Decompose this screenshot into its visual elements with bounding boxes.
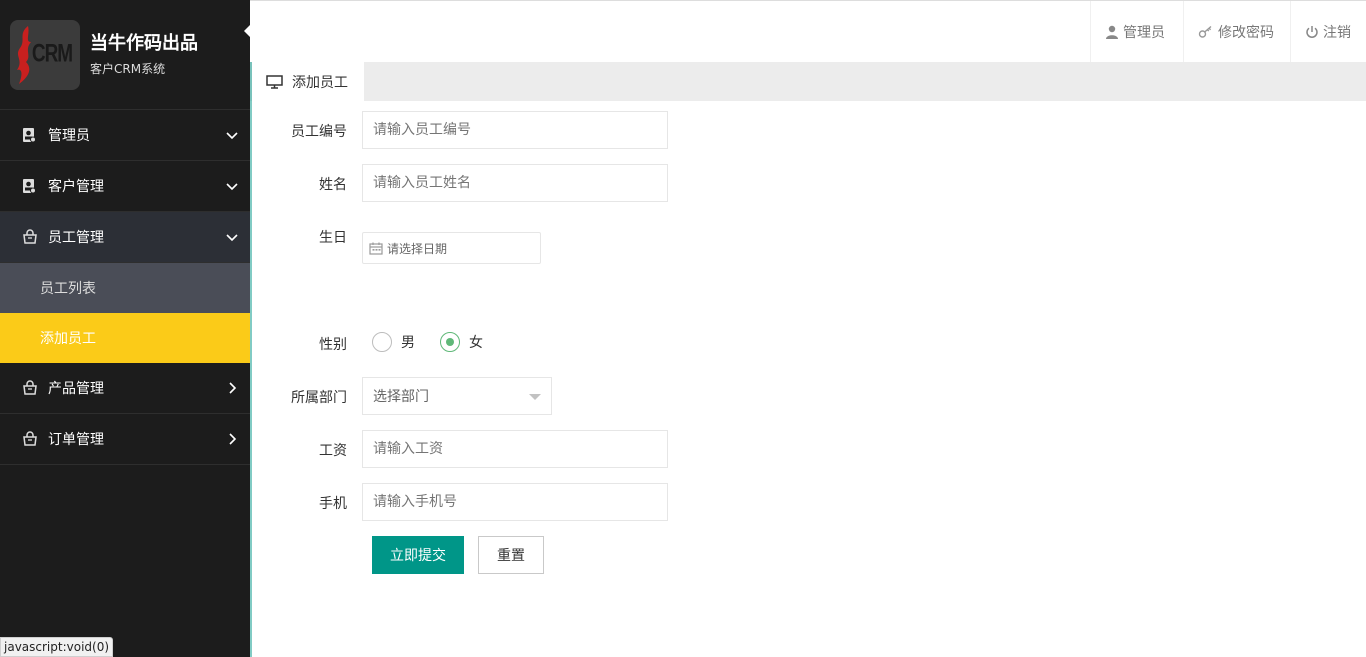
brand-title: 当牛作码出品 bbox=[90, 33, 198, 54]
phone-label: 手机 bbox=[319, 496, 347, 512]
sidebar-item-label: 产品管理 bbox=[48, 381, 104, 397]
birthday-row: 生日 bbox=[280, 227, 347, 247]
radio-circle-selected bbox=[440, 332, 460, 352]
sidebar-item-label: 管理员 bbox=[48, 128, 90, 144]
salary-label: 工资 bbox=[319, 443, 347, 459]
salary-row: 工资 bbox=[280, 440, 347, 460]
admin-link[interactable]: 管理员 bbox=[1090, 1, 1183, 63]
department-row: 所属部门 bbox=[280, 387, 347, 407]
birthday-date-picker[interactable]: 请选择日期 bbox=[362, 232, 541, 264]
department-label: 所属部门 bbox=[291, 390, 347, 406]
power-icon bbox=[1306, 26, 1318, 38]
monitor-icon bbox=[266, 74, 283, 89]
brand-subtitle: 客户CRM系统 bbox=[90, 62, 166, 76]
gender-label: 性别 bbox=[319, 337, 347, 353]
sidebar-subitem-employee-list[interactable]: 员工列表 bbox=[0, 263, 250, 313]
user-card-icon bbox=[22, 178, 38, 194]
user-icon bbox=[1106, 25, 1118, 39]
change-password-link[interactable]: 修改密码 bbox=[1183, 1, 1290, 63]
chevron-down-icon bbox=[226, 132, 238, 140]
calendar-icon bbox=[369, 242, 383, 255]
browser-status-bar: javascript:void(0) bbox=[0, 637, 114, 657]
employee-id-input[interactable] bbox=[362, 111, 668, 149]
submit-button[interactable]: 立即提交 bbox=[372, 536, 464, 574]
change-password-label: 修改密码 bbox=[1218, 25, 1274, 41]
radio-label: 女 bbox=[469, 335, 483, 351]
gender-row: 性别 bbox=[280, 334, 347, 354]
tab-label: 添加员工 bbox=[292, 74, 348, 91]
sidebar: CRM 当牛作码出品 客户CRM系统 管理员 客户管理 员工管理 员工列表 添加… bbox=[0, 0, 250, 657]
department-select[interactable]: 选择部门 bbox=[362, 377, 552, 415]
basket-icon bbox=[22, 229, 38, 245]
chevron-right-icon bbox=[229, 382, 237, 394]
employee-id-label: 员工编号 bbox=[291, 124, 347, 140]
radio-circle bbox=[372, 332, 392, 352]
chevron-right-icon bbox=[229, 433, 237, 445]
brand: CRM 当牛作码出品 客户CRM系统 bbox=[0, 0, 250, 110]
department-placeholder: 选择部门 bbox=[373, 389, 429, 405]
key-icon bbox=[1198, 25, 1212, 38]
logout-link[interactable]: 注销 bbox=[1290, 1, 1366, 63]
sidebar-item-products[interactable]: 产品管理 bbox=[0, 363, 250, 414]
user-card-icon bbox=[22, 127, 38, 143]
logout-label: 注销 bbox=[1323, 25, 1351, 41]
admin-link-label: 管理员 bbox=[1123, 25, 1165, 41]
brand-text: 当牛作码出品 客户CRM系统 bbox=[90, 32, 198, 77]
tab-add-employee[interactable]: 添加员工 bbox=[252, 62, 364, 101]
employee-id-row: 员工编号 bbox=[280, 121, 347, 141]
sidebar-item-label: 员工管理 bbox=[48, 230, 104, 246]
logo: CRM bbox=[10, 19, 80, 90]
sidebar-item-customers[interactable]: 客户管理 bbox=[0, 161, 250, 212]
sidebar-item-orders[interactable]: 订单管理 bbox=[0, 414, 250, 465]
logo-text: CRM bbox=[31, 40, 73, 68]
basket-icon bbox=[22, 431, 38, 447]
tab-bar: 添加员工 bbox=[250, 62, 1366, 101]
top-header: 管理员 修改密码 注销 bbox=[250, 0, 1366, 63]
caret-down-icon bbox=[529, 394, 541, 400]
sidebar-item-admin[interactable]: 管理员 bbox=[0, 110, 250, 161]
name-row: 姓名 bbox=[280, 174, 347, 194]
birthday-placeholder: 请选择日期 bbox=[387, 241, 448, 256]
reset-button[interactable]: 重置 bbox=[478, 536, 544, 574]
sidebar-subitem-add-employee[interactable]: 添加员工 bbox=[0, 313, 250, 363]
radio-label: 男 bbox=[401, 335, 415, 351]
chevron-down-icon bbox=[226, 183, 238, 191]
sidebar-item-label: 客户管理 bbox=[48, 179, 104, 195]
name-label: 姓名 bbox=[319, 177, 347, 193]
phone-row: 手机 bbox=[280, 493, 347, 513]
chevron-down-icon bbox=[226, 234, 238, 242]
salary-input[interactable] bbox=[362, 430, 668, 468]
name-input[interactable] bbox=[362, 164, 668, 202]
birthday-label: 生日 bbox=[319, 230, 347, 246]
sidebar-subitem-label: 员工列表 bbox=[40, 281, 96, 297]
content-border bbox=[250, 62, 252, 657]
sidebar-item-employees[interactable]: 员工管理 bbox=[0, 212, 250, 263]
sidebar-subitem-label: 添加员工 bbox=[40, 331, 96, 347]
sidebar-item-label: 订单管理 bbox=[48, 432, 104, 448]
basket-icon bbox=[22, 380, 38, 396]
gender-radio-male[interactable]: 男 bbox=[372, 332, 415, 352]
phone-input[interactable] bbox=[362, 483, 668, 521]
gender-radio-female[interactable]: 女 bbox=[440, 332, 483, 352]
